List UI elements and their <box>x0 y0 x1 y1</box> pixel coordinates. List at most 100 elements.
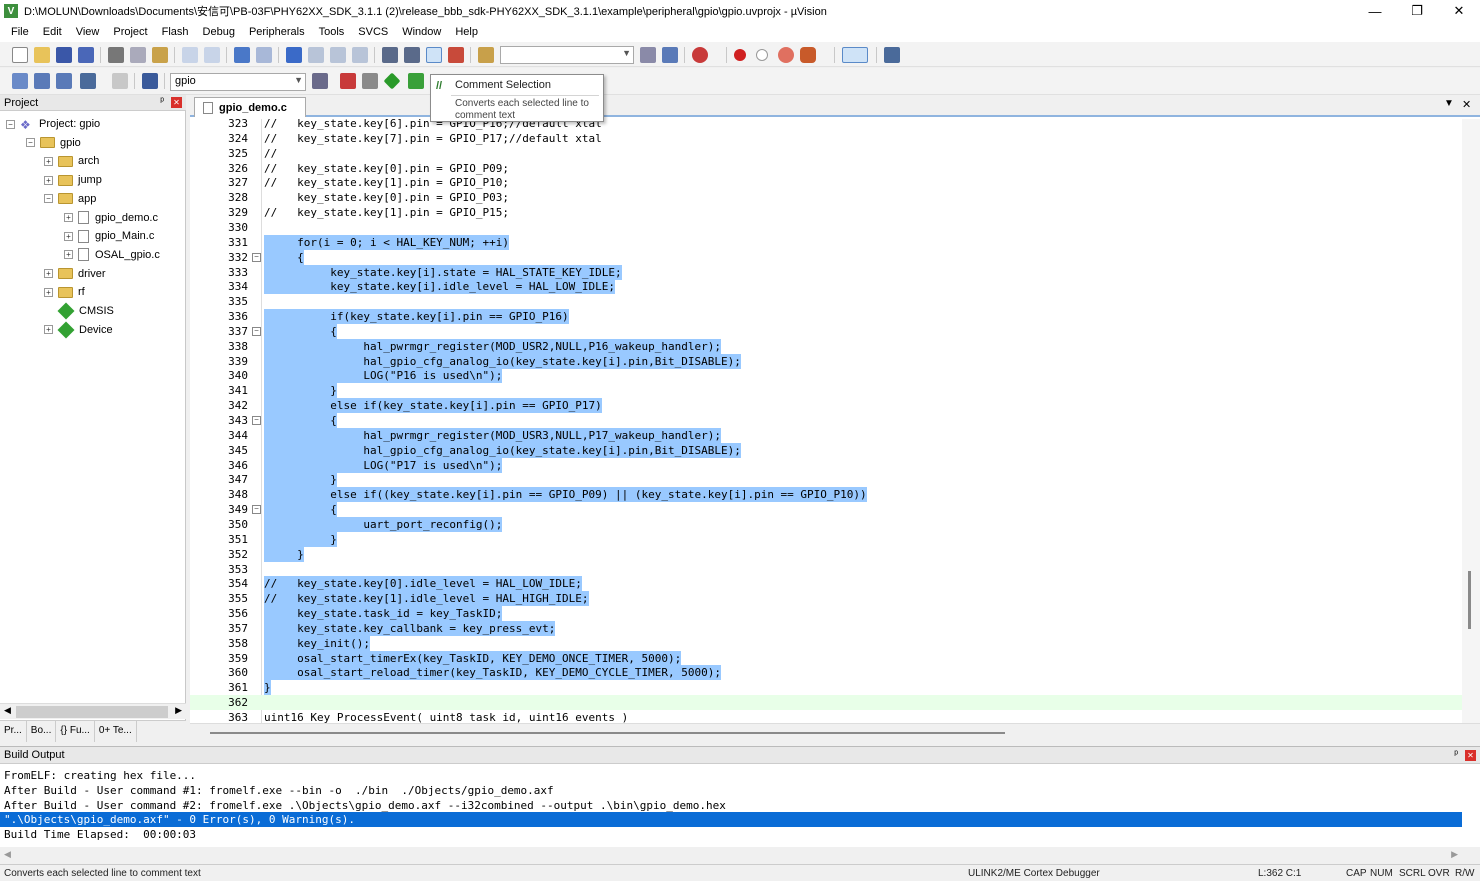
code-line[interactable]: 359 osal_start_timerEx(key_TaskID, KEY_D… <box>190 650 1480 666</box>
window-layout-icon[interactable] <box>842 47 868 63</box>
code-line[interactable]: 361} <box>190 680 1480 696</box>
fold-collapse-icon[interactable]: − <box>252 252 261 262</box>
menu-tools[interactable]: Tools <box>312 26 352 38</box>
incremental-find-icon[interactable] <box>662 47 678 63</box>
indent-icon[interactable] <box>382 47 398 63</box>
tree-item[interactable]: + OSAL_gpio.c <box>64 246 160 264</box>
menu-peripherals[interactable]: Peripherals <box>242 26 312 38</box>
tree-item[interactable]: − ❖ Project: gpio <box>6 115 100 133</box>
code-line[interactable]: 343− { <box>190 413 1480 428</box>
code-editor[interactable]: 323// key_state.key[6].pin = GPIO_P16;//… <box>190 119 1480 723</box>
code-line[interactable]: 355 // key_state.key[1].idle_level = HAL_… <box>190 591 1480 607</box>
menu-edit[interactable]: Edit <box>36 26 69 38</box>
code-line[interactable]: 329 // key_state.key[1].pin = GPIO_P15; <box>190 205 1480 220</box>
menu-svcs[interactable]: SVCS <box>351 26 395 38</box>
build-icon[interactable] <box>34 73 50 89</box>
build-output-line[interactable]: FromELF: creating hex file... <box>0 768 1462 783</box>
tree-item[interactable]: CMSIS <box>44 302 114 320</box>
expand-icon[interactable]: + <box>64 231 73 241</box>
select-packs-icon[interactable] <box>362 73 378 89</box>
close-window-button[interactable]: ✕ <box>1438 0 1480 22</box>
fold-collapse-icon[interactable]: − <box>252 416 261 425</box>
menu-help[interactable]: Help <box>448 26 485 38</box>
editor-vertical-scrollbar[interactable] <box>1462 119 1480 723</box>
scroll-left-icon[interactable]: ◀ <box>4 705 11 716</box>
code-line[interactable]: 347 } <box>190 472 1480 488</box>
scrollbar-thumb[interactable] <box>16 706 168 718</box>
build-horizontal-scrollbar[interactable]: ◀ ▶ <box>0 847 1480 864</box>
tree-item[interactable]: + arch <box>44 152 99 170</box>
code-line[interactable]: 356 key_state.task_id = key_TaskID; <box>190 606 1480 622</box>
new-file-icon[interactable] <box>12 47 28 63</box>
expand-icon[interactable]: + <box>44 325 53 335</box>
expand-icon[interactable]: + <box>44 287 53 297</box>
menu-project[interactable]: Project <box>106 26 154 38</box>
target-options-icon[interactable] <box>312 73 328 89</box>
undo-icon[interactable] <box>182 47 198 63</box>
code-line[interactable]: 341 } <box>190 383 1480 399</box>
tree-item[interactable]: + rf <box>44 283 85 301</box>
project-horizontal-scrollbar[interactable]: ◀ ▶ <box>0 703 186 719</box>
expand-icon[interactable]: + <box>44 156 53 166</box>
expand-icon[interactable]: + <box>44 175 53 185</box>
tree-item[interactable]: − gpio <box>26 134 81 152</box>
menu-view[interactable]: View <box>69 26 107 38</box>
redo-icon[interactable] <box>204 47 220 63</box>
expand-icon[interactable]: + <box>64 213 73 222</box>
build-output-line[interactable]: ".\Objects\gpio_demo.axf" - 0 Error(s), … <box>0 812 1462 828</box>
tree-item[interactable]: + gpio_Main.c <box>64 227 154 245</box>
tab-templates[interactable]: 0+ Te... <box>95 721 137 742</box>
code-line[interactable]: 348 else if((key_state.key[i].pin == GPI… <box>190 487 1480 503</box>
rebuild-icon[interactable] <box>56 73 72 89</box>
tree-item[interactable]: + jump <box>44 171 102 189</box>
translate-icon[interactable] <box>12 73 28 89</box>
build-output-line[interactable]: After Build - User command #2: fromelf.e… <box>0 798 1462 813</box>
code-line[interactable]: 330 <box>190 220 1480 235</box>
batch-build-icon[interactable] <box>80 73 96 89</box>
code-line[interactable]: 345 hal_gpio_cfg_analog_io(key_state.key… <box>190 442 1480 458</box>
menu-flash[interactable]: Flash <box>155 26 196 38</box>
scroll-right-icon[interactable]: ▶ <box>1451 849 1458 860</box>
code-line[interactable]: 346 LOG("P17 is used\n"); <box>190 457 1480 473</box>
code-line[interactable]: 339 hal_gpio_cfg_analog_io(key_state.key… <box>190 353 1480 369</box>
bookmark-icon[interactable] <box>286 47 302 63</box>
code-line[interactable]: 358 key_init(); <box>190 635 1480 651</box>
clear-bookmarks-icon[interactable] <box>352 47 368 63</box>
code-line[interactable]: 354 // key_state.key[0].idle_level = HAL_… <box>190 576 1480 592</box>
comment-selection-icon[interactable] <box>426 47 442 63</box>
navigate-back-icon[interactable] <box>234 47 250 63</box>
code-line[interactable]: 331 for(i = 0; i < HAL_KEY_NUM; ++i) <box>190 234 1480 250</box>
code-line[interactable]: 340 LOG("P16 is used\n"); <box>190 368 1480 384</box>
collapse-icon[interactable]: − <box>44 194 53 204</box>
stop-build-icon[interactable] <box>112 73 128 89</box>
tab-books[interactable]: Bo... <box>27 721 57 742</box>
disable-breakpoint-icon[interactable] <box>756 49 768 61</box>
menu-file[interactable]: File <box>4 26 36 38</box>
fold-collapse-icon[interactable]: − <box>252 326 261 336</box>
code-line[interactable]: 333 key_state.key[i].state = HAL_STATE_K… <box>190 264 1480 280</box>
code-line[interactable]: 323// key_state.key[6].pin = GPIO_P16;//… <box>190 119 1480 131</box>
tab-gpio-demo-c[interactable]: gpio_demo.c <box>194 97 306 117</box>
code-line[interactable]: 350 uart_port_reconfig(); <box>190 516 1480 532</box>
collapse-icon[interactable]: − <box>6 119 15 129</box>
uncomment-selection-icon[interactable] <box>448 47 464 63</box>
kill-breakpoints-icon[interactable] <box>778 47 794 63</box>
tree-item[interactable]: + gpio_demo.c <box>64 209 158 227</box>
pin-icon[interactable]: ᵖ <box>1454 749 1458 760</box>
expand-icon[interactable]: + <box>64 250 73 260</box>
paste-icon[interactable] <box>152 47 168 63</box>
code-line[interactable]: 338 hal_pwrmgr_register(MOD_USR2,NULL,P1… <box>190 338 1480 354</box>
next-bookmark-icon[interactable] <box>330 47 346 63</box>
prev-bookmark-icon[interactable] <box>308 47 324 63</box>
cut-icon[interactable] <box>108 47 124 63</box>
tree-item[interactable]: + Device <box>44 321 113 339</box>
code-line[interactable]: 324 // key_state.key[7].pin = GPIO_P17;//… <box>190 131 1480 146</box>
code-line[interactable]: 337− { <box>190 323 1480 339</box>
code-line[interactable]: 342 else if(key_state.key[i].pin == GPIO… <box>190 398 1480 414</box>
minimize-button[interactable]: — <box>1354 0 1396 22</box>
tab-list-dropdown[interactable]: ▼ <box>1444 98 1454 109</box>
code-line[interactable]: 334 key_state.key[i].idle_level = HAL_LO… <box>190 279 1480 295</box>
fold-collapse-icon[interactable]: − <box>252 505 261 515</box>
expand-icon[interactable]: + <box>44 269 53 279</box>
code-line[interactable]: 328 key_state.key[0].pin = GPIO_P03; <box>190 190 1480 205</box>
